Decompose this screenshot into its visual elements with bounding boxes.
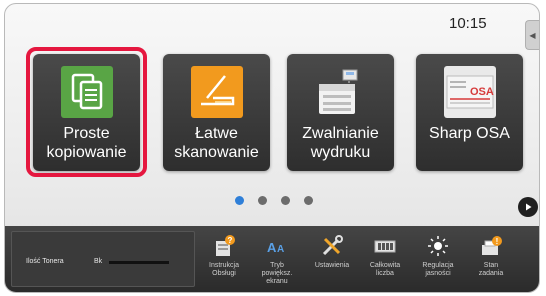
printer-release-icon (315, 66, 367, 118)
touch-panel-screen: 10:15 ◀ Proste kopiowanie Łatwe skanowan… (4, 3, 540, 293)
brightness-button[interactable]: Regulacja jasności (413, 226, 463, 292)
scanner-icon (191, 66, 243, 118)
selection-highlight (26, 47, 147, 177)
toner-bk-label: Bk (94, 258, 103, 265)
tile-sharp-osa[interactable]: OSA Sharp OSA (416, 54, 523, 171)
osa-icon: OSA (444, 66, 496, 118)
total-count-button[interactable]: Całkowita liczba (360, 226, 410, 292)
page-dot[interactable] (235, 196, 244, 205)
text-magnify-icon: A A (263, 232, 291, 260)
chevron-left-icon: ◀ (529, 30, 536, 40)
page-dot[interactable] (304, 196, 313, 205)
page-indicator (235, 196, 313, 205)
job-status-button[interactable]: ! Stan zadania (466, 226, 516, 292)
counter-icon (371, 232, 399, 260)
tile-label: Zwalnianie wydruku (302, 125, 379, 161)
tile-label: Sharp OSA (429, 125, 510, 142)
svg-text:A: A (267, 240, 277, 255)
toner-panel: Ilość Tonera Bk (11, 231, 195, 287)
settings-button[interactable]: Ustawienia (307, 226, 357, 292)
svg-text:!: ! (496, 237, 499, 246)
tile-print-release[interactable]: Zwalnianie wydruku (287, 54, 394, 171)
page-dot[interactable] (281, 196, 290, 205)
job-status-icon: ! (477, 232, 505, 260)
next-page-button[interactable] (518, 197, 538, 217)
clock: 10:15 (449, 15, 487, 32)
tile-simple-scan[interactable]: Łatwe skanowanie (163, 54, 270, 171)
svg-text:?: ? (228, 236, 233, 245)
tile-label: Łatwe skanowanie (174, 125, 259, 161)
tools-icon (318, 232, 346, 260)
svg-text:A: A (277, 244, 284, 255)
side-panel-tab[interactable]: ◀ (525, 20, 539, 50)
toner-label: Ilość Tonera (26, 258, 64, 265)
operation-manual-button[interactable]: ? Instrukcja Obsługi (199, 226, 249, 292)
svg-text:OSA: OSA (470, 86, 494, 98)
magnify-mode-button[interactable]: A A Tryb powiększ. ekranu (252, 226, 302, 292)
book-icon: ? (210, 232, 238, 260)
brightness-icon (424, 232, 452, 260)
play-arrow-icon (526, 203, 532, 211)
page-dot[interactable] (258, 196, 267, 205)
bottom-bar: Ilość Tonera Bk ? Instrukcja Obsługi A A… (5, 226, 539, 292)
toner-level-bar (109, 261, 169, 264)
